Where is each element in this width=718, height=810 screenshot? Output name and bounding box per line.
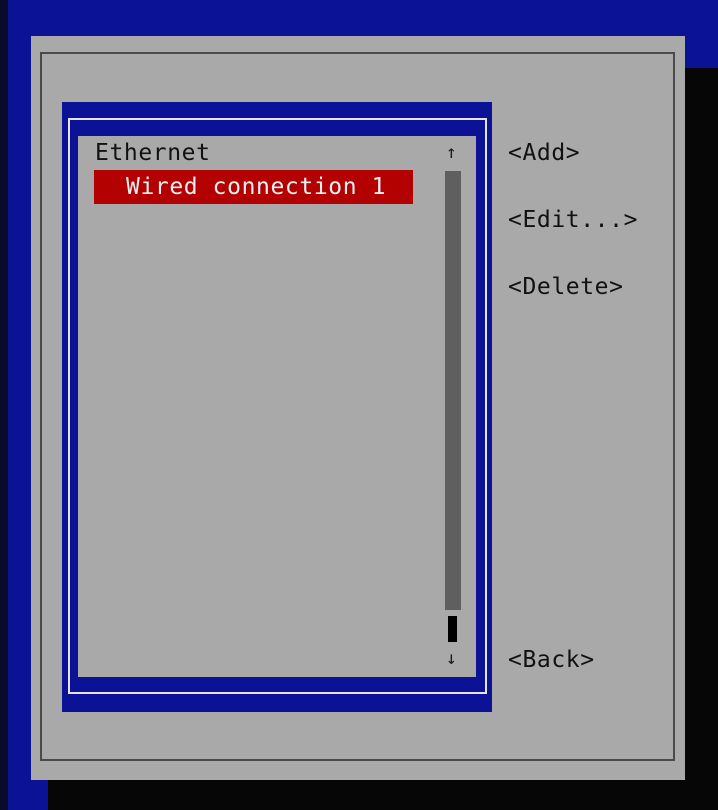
edit-button[interactable]: <Edit...> [508, 203, 638, 237]
list-group-ethernet: Ethernet [95, 140, 211, 166]
scrollbar-thumb[interactable] [448, 616, 457, 642]
delete-button[interactable]: <Delete> [508, 270, 624, 304]
scroll-down-arrow-icon[interactable]: ↓ [446, 645, 457, 673]
scroll-up-arrow-icon[interactable]: ↑ [446, 139, 457, 167]
connection-list[interactable] [78, 136, 476, 677]
list-item-wired-connection-1[interactable]: Wired connection 1 [94, 170, 413, 204]
terminal-left-edge [0, 0, 8, 810]
dialog-shadow-bottom [48, 780, 718, 810]
scrollbar-track[interactable] [445, 171, 461, 610]
add-button[interactable]: <Add> [508, 136, 580, 170]
back-button[interactable]: <Back> [508, 643, 595, 677]
dialog-shadow-right [685, 68, 718, 810]
